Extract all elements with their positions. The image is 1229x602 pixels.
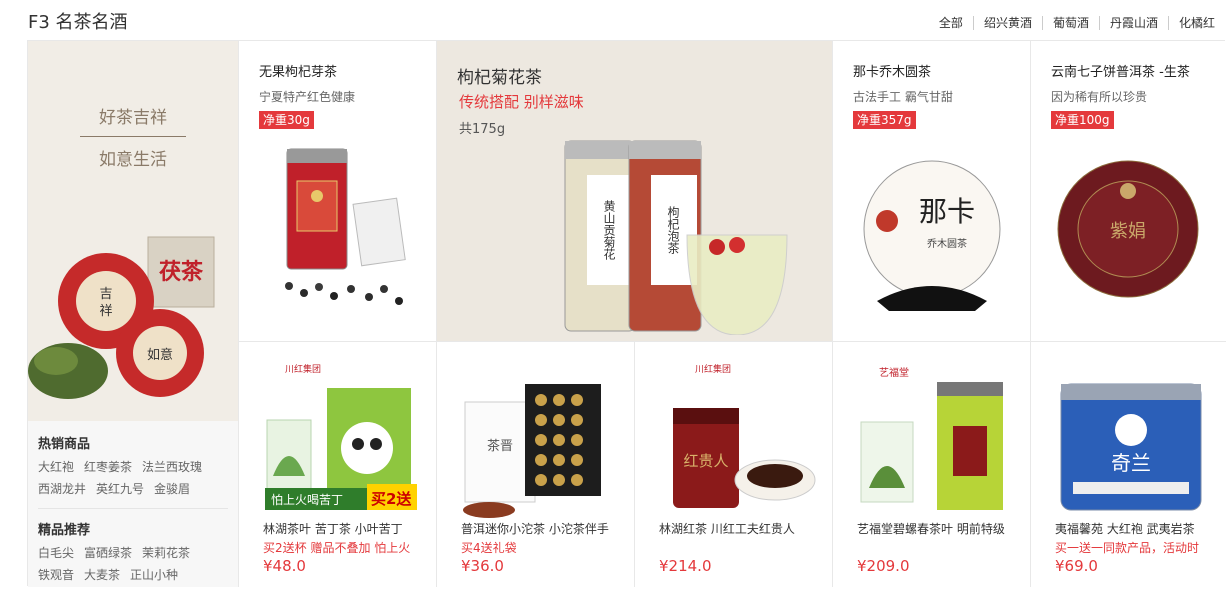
svg-text:红贵人: 红贵人 [683, 452, 728, 470]
svg-text:川红集团: 川红集团 [285, 363, 321, 375]
left-keyword-links: 热销商品 大红袍 红枣姜茶 法兰西玫瑰西湖龙井 英红九号 金骏眉 精品推荐 白毛尖 富硒绿… [28, 421, 238, 587]
keyword-link[interactable]: 金骏眉 [154, 479, 190, 500]
banner-slogan: 好茶吉祥 如意生活 [28, 103, 238, 170]
banner-line-1: 好茶吉祥 [99, 108, 167, 128]
product-name: 无果枸杞芽茶 [259, 65, 338, 80]
svg-text:紫娟: 紫娟 [1110, 221, 1146, 242]
product-price: ¥209.0 [857, 557, 910, 575]
weight-badge: 净重30g [259, 111, 314, 129]
keyword-link[interactable]: 法兰西玫瑰 [142, 457, 202, 478]
keyword-link[interactable]: 西湖龙井 [38, 479, 86, 500]
left-banner[interactable]: 好茶吉祥 如意生活 茯茶 吉 祥 如意 [28, 41, 238, 421]
product-name: 林湖红茶 川红工夫红贵人 [659, 522, 795, 536]
glass-cup-icon: 艺福堂 [860, 366, 1003, 510]
tab-shaoxing-wine[interactable]: 绍兴黄酒 [972, 16, 1042, 30]
svg-text:川红集团: 川红集团 [695, 363, 731, 375]
promo-label: 怕上火喝苦丁 [271, 492, 343, 507]
keyword-link[interactable]: 英红九号 [96, 479, 144, 500]
weight-badge: 净重100g [1051, 111, 1114, 129]
product-promo: 买4送礼袋 [461, 541, 517, 555]
tab-grape-wine[interactable]: 葡萄酒 [1041, 16, 1099, 30]
tab-huajuhong[interactable]: 化橘红 [1167, 16, 1225, 30]
keyword-link[interactable]: 大红袍 [38, 457, 74, 478]
hot-products-list: 大红袍 红枣姜茶 法兰西玫瑰西湖龙井 英红九号 金骏眉 [38, 456, 228, 500]
keyword-link[interactable]: 茉莉花茶 [142, 543, 190, 564]
svg-text:乔木圆茶: 乔木圆茶 [927, 237, 967, 250]
banner-divider [80, 136, 186, 137]
product-promo: 买一送一同款产品，活动时 [1055, 541, 1200, 555]
svg-text:枸杞泡茶: 枸杞泡茶 [666, 205, 680, 254]
tab-all[interactable]: 全部 [929, 16, 973, 30]
product-card-kuding-tea[interactable]: 川红集团 怕上火喝苦丁 买2送 林湖茶叶 苦丁茶 小叶苦丁 买2送杯 赠品不叠加… [238, 341, 436, 587]
keyword-link[interactable]: 正山小种 [130, 565, 178, 586]
product-name: 那卡乔木圆茶 [853, 65, 932, 80]
svg-text:祥: 祥 [99, 304, 112, 319]
product-card-dahongpao[interactable]: 奇兰 夷福馨苑 大红袍 武夷岩茶 买一送一同款产品，活动时 ¥69.0 [1030, 341, 1226, 587]
svg-text:吉: 吉 [99, 287, 112, 302]
product-name: 云南七子饼普洱茶 -生茶 [1051, 65, 1190, 80]
svg-text:黄山贡菊花: 黄山贡菊花 [602, 200, 616, 261]
keyword-link[interactable]: 白毛尖 [38, 543, 74, 564]
product-subtitle: 古法手工 霸气甘甜 [853, 90, 953, 104]
tea-tin-icon: 川红集团 红贵人 [673, 363, 816, 508]
product-price: ¥214.0 [659, 557, 712, 575]
keyword-link[interactable]: 红枣姜茶 [84, 457, 132, 478]
svg-text:茶晋: 茶晋 [487, 438, 513, 454]
svg-text:艺福堂: 艺福堂 [879, 366, 909, 379]
product-name: 夷福馨苑 大红袍 武夷岩茶 [1055, 522, 1195, 536]
product-card-seven-cake-puer[interactable]: 云南七子饼普洱茶 -生茶 因为稀有所以珍贵 净重100g 紫娟 [1030, 41, 1226, 341]
product-name: 艺福堂碧螺春茶叶 明前特级 [857, 522, 1005, 536]
keyword-link[interactable]: 大麦茶 [84, 565, 120, 586]
product-price: ¥69.0 [1055, 557, 1098, 575]
divider [38, 508, 228, 509]
product-card-goji-bud-tea[interactable]: 无果枸杞芽茶 宁夏特产红色健康 净重30g [238, 41, 436, 341]
tea-tin-icon: 奇兰 [1060, 383, 1202, 511]
jar-icon: 黄山贡菊花 枸杞泡茶 [564, 140, 788, 335]
product-subtitle: 因为稀有所以珍贵 [1051, 90, 1148, 104]
tab-danxia-wine[interactable]: 丹霞山酒 [1098, 16, 1168, 30]
hot-products-title: 热销商品 [38, 437, 91, 452]
weight-badge: 净重357g [853, 111, 916, 129]
tea-box-icon: 茶晋 [463, 384, 601, 518]
product-card-biluochun[interactable]: 艺福堂 艺福堂碧螺春茶叶 明前特级 ¥209.0 [832, 341, 1030, 587]
floor-grid: 好茶吉祥 如意生活 茯茶 吉 祥 如意 热销商品 大红袍 红枣姜茶 法兰西玫瑰西… [27, 40, 1226, 587]
product-name: 枸杞菊花茶 [457, 68, 542, 88]
floor-header: F3 名茶名酒 全部 绍兴黄酒 葡萄酒 丹霞山酒 化橘红 [0, 0, 1229, 40]
product-name: 林湖茶叶 苦丁茶 小叶苦丁 [263, 522, 403, 536]
tea-tin-icon [285, 148, 406, 305]
product-weight: 共175g [459, 122, 506, 137]
floor-tabs: 全部 绍兴黄酒 葡萄酒 丹霞山酒 化橘红 [929, 16, 1225, 30]
svg-text:如意: 如意 [147, 347, 173, 363]
floor-title: F3 名茶名酒 [28, 12, 128, 33]
svg-text:那卡: 那卡 [919, 195, 975, 228]
product-price: ¥48.0 [263, 557, 306, 575]
svg-text:茯茶: 茯茶 [159, 260, 204, 285]
keyword-link[interactable]: 铁观音 [38, 565, 74, 586]
product-card-black-tea-gift[interactable]: 川红集团 红贵人 林湖红茶 川红工夫红贵人 ¥214.0 [634, 341, 832, 587]
glass-cup-icon: 川红集团 怕上火喝苦丁 买2送 [265, 363, 417, 510]
tea-cake-icon: 那卡 乔木圆茶 [863, 160, 1001, 311]
tea-cake-icon: 紫娟 [1057, 160, 1199, 298]
product-name: 普洱迷你小沱茶 小沱茶伴手 [461, 522, 609, 536]
product-promo: 传统搭配 别样滋味 [459, 93, 584, 111]
featured-picks-list: 白毛尖 富硒绿茶 茉莉花茶铁观音 大麦茶 正山小种 [38, 542, 228, 586]
product-price: ¥36.0 [461, 557, 504, 575]
left-column: 好茶吉祥 如意生活 茯茶 吉 祥 如意 热销商品 大红袍 红枣姜茶 法兰西玫瑰西… [28, 41, 238, 587]
tea-cake-icon: 茯茶 吉 祥 如意 [28, 236, 215, 399]
banner-line-2: 如意生活 [99, 150, 167, 170]
product-card-goji-chrysanthemum-tea[interactable]: 枸杞菊花茶 传统搭配 别样滋味 共175g 黄山贡菊花 枸杞泡茶 [436, 41, 832, 341]
product-subtitle: 宁夏特产红色健康 [259, 90, 356, 104]
featured-picks-title: 精品推荐 [38, 523, 91, 538]
product-card-mini-tuocha[interactable]: 茶晋 普洱迷你小沱茶 小沱茶伴手 买4送礼袋 ¥36.0 [436, 341, 634, 587]
product-card-naka-arbor-tea[interactable]: 那卡乔木圆茶 古法手工 霸气甘甜 净重357g 那卡 乔木圆茶 [832, 41, 1030, 341]
svg-text:奇兰: 奇兰 [1111, 451, 1151, 475]
product-promo: 买2送杯 赠品不叠加 怕上火 [263, 541, 411, 555]
keyword-link[interactable]: 富硒绿茶 [84, 543, 132, 564]
promo-label: 买2送 [371, 490, 412, 508]
